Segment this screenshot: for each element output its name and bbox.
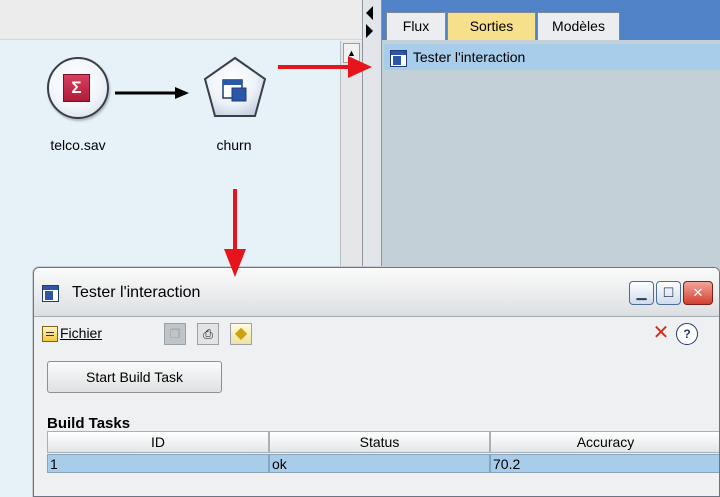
minimize-button[interactable]: ▁ [629, 281, 654, 305]
canvas-toolbar-strip [0, 0, 362, 40]
annotation-arrow-right [278, 56, 372, 78]
close-window-button[interactable]: ✕ [683, 281, 713, 305]
help-icon[interactable]: ? [676, 323, 698, 345]
tab-modeles[interactable]: Modèles [537, 12, 620, 40]
dialog-window-icon [42, 285, 59, 302]
model-nugget-icon [203, 56, 267, 117]
output-item-label: Tester l'interaction [412, 49, 526, 65]
section-title: Build Tasks [47, 415, 131, 432]
maximize-button[interactable]: ☐ [656, 281, 681, 305]
dialog-titlebar[interactable]: Tester l'interaction ▁ ☐ ✕ [34, 268, 719, 317]
output-window-icon [390, 49, 407, 67]
annotation-arrow-down [224, 189, 246, 277]
file-menu-icon [42, 326, 58, 343]
start-build-task-button[interactable]: Start Build Task [47, 361, 222, 393]
cell-id[interactable]: 1 [47, 454, 269, 473]
sigma-source-icon: Σ [63, 74, 90, 102]
menu-fichier[interactable]: Fichier [42, 325, 103, 343]
tester-interaction-dialog: Tester l'interaction ▁ ☐ ✕ Fichier ❐ ⎙ ◆… [33, 267, 720, 497]
copy-icon[interactable]: ❐ [164, 323, 186, 345]
node-label: telco.sav [50, 137, 106, 153]
tab-flux[interactable]: Flux [386, 12, 446, 40]
cell-accuracy[interactable]: 70.2 [490, 454, 719, 473]
cell-status[interactable]: ok [269, 454, 490, 473]
manager-tab-bar: Flux Sorties Modèles [382, 0, 720, 40]
column-header-id[interactable]: ID [47, 431, 269, 453]
dialog-toolbar: Fichier ❐ ⎙ ◆ ✕ ? [34, 318, 719, 348]
dialog-title: Tester l'interaction [72, 284, 201, 301]
column-header-status[interactable]: Status [269, 431, 490, 453]
column-header-accuracy[interactable]: Accuracy [490, 431, 719, 453]
output-list-item[interactable]: Tester l'interaction [384, 44, 720, 70]
table-row[interactable]: 1 ok 70.2 [47, 454, 719, 476]
table-header-row: ID Status Accuracy [47, 431, 719, 453]
stream-connection-arrow [115, 87, 189, 99]
splitter-collapse-arrows-icon[interactable] [363, 6, 383, 40]
close-output-icon[interactable]: ✕ [649, 323, 673, 345]
menu-fichier-label: Fichier [60, 325, 103, 341]
tab-sorties[interactable]: Sorties [447, 12, 536, 40]
generate-icon[interactable]: ◆ [230, 323, 252, 345]
print-icon[interactable]: ⎙ [197, 323, 219, 345]
node-label: churn [216, 137, 252, 153]
